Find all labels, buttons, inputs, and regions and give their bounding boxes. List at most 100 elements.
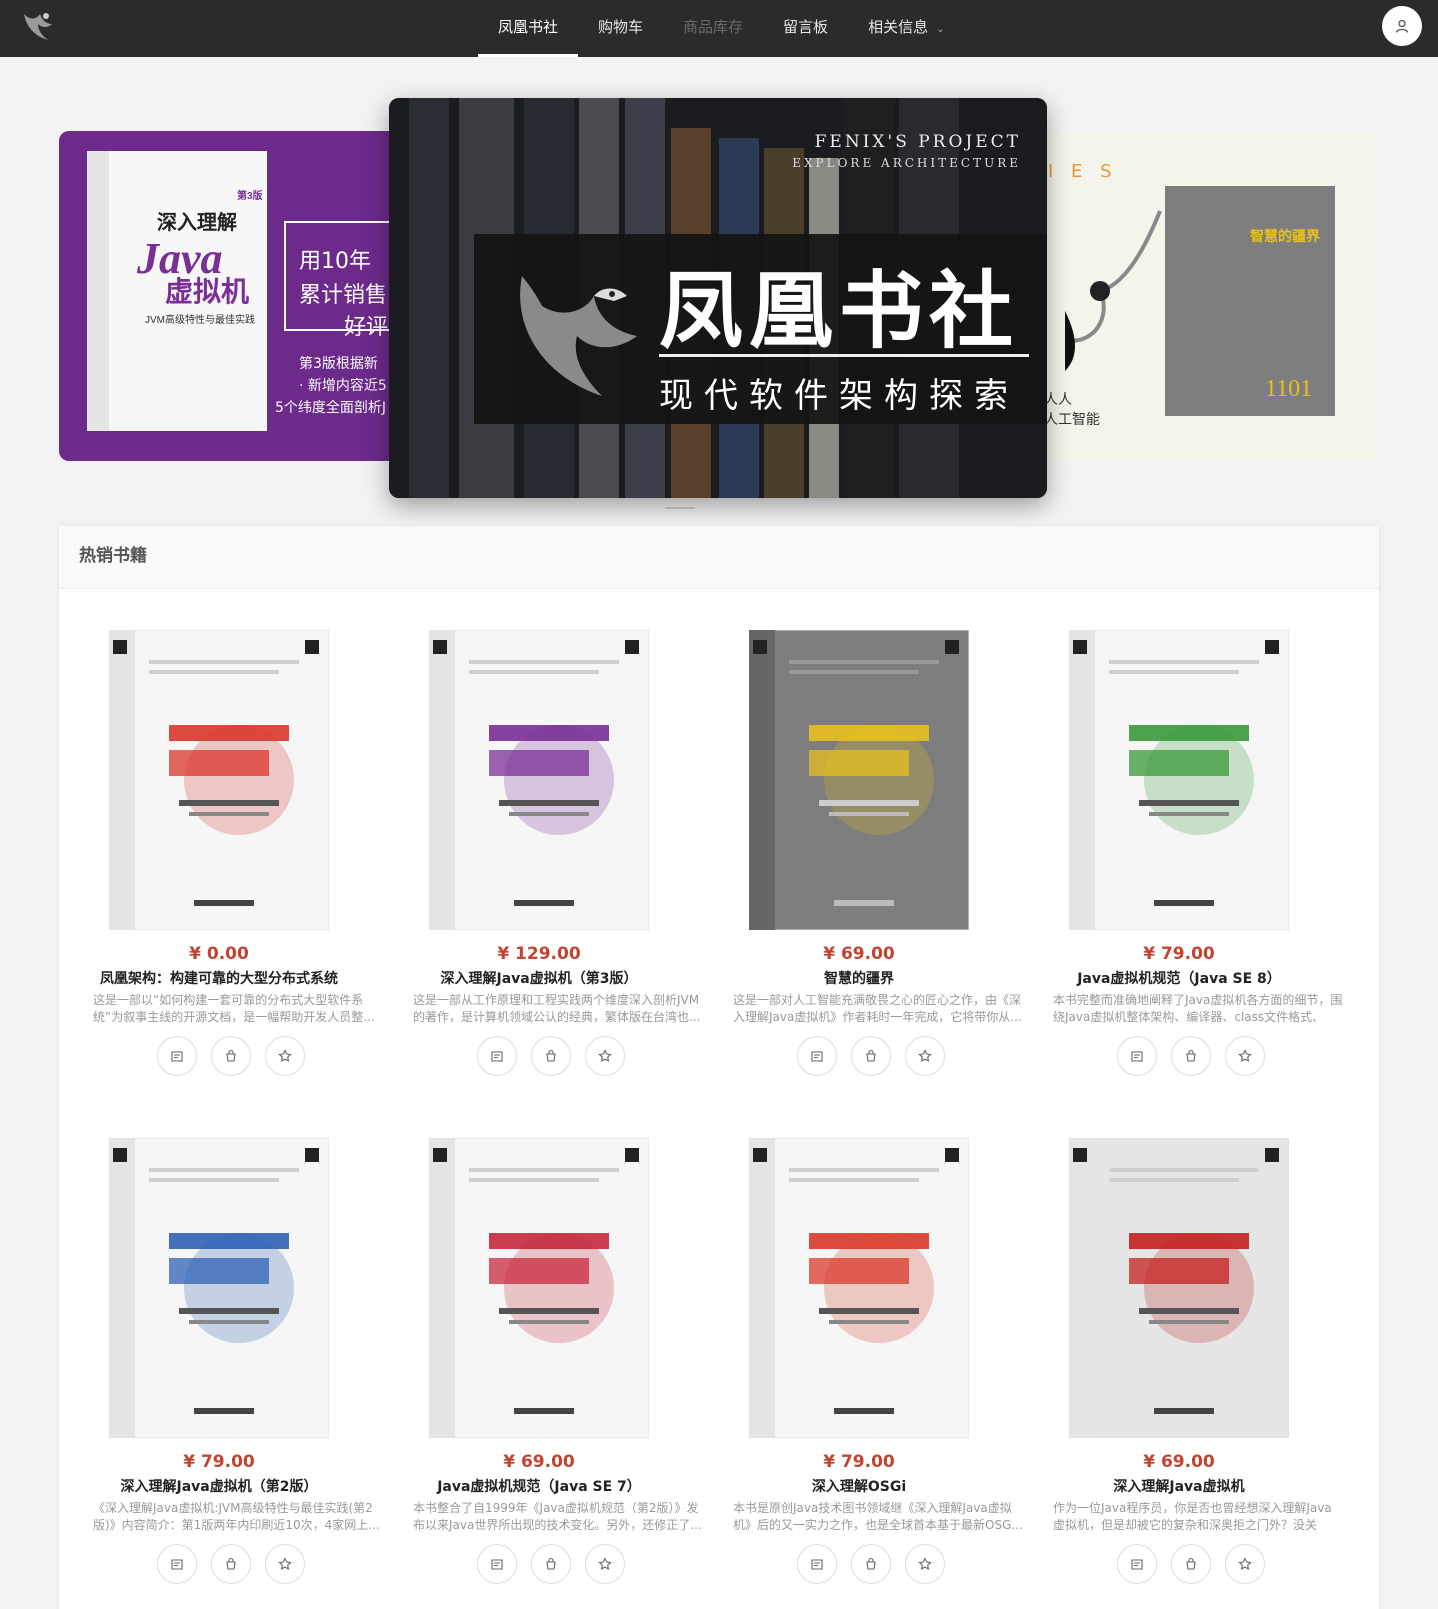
- book-price: ¥ 69.00: [1143, 1452, 1215, 1472]
- svg-text:深入理解: 深入理解: [157, 210, 237, 234]
- star-icon: [1238, 1049, 1252, 1062]
- user-avatar-button[interactable]: [1382, 6, 1422, 46]
- book-cover-image[interactable]: [109, 1138, 329, 1438]
- book-cover-image[interactable]: [1069, 1138, 1289, 1438]
- banner-left-text: 5个纬度全面剖析J: [275, 400, 387, 416]
- add-to-cart-button[interactable]: [851, 1036, 891, 1076]
- shopping-bag-icon: [1186, 1557, 1196, 1570]
- book-card[interactable]: ¥ 129.00 深入理解Java虚拟机（第3版） 这是一部从工作原理和工程实践两个…: [379, 590, 700, 1090]
- shopping-bag-icon: [1186, 1049, 1196, 1062]
- book-title[interactable]: Java虚拟机规范（Java SE 7）: [379, 1476, 699, 1496]
- book-cover-image: 智慧的疆界 1101: [1165, 186, 1335, 416]
- carousel-slide-right[interactable]: I E S 智慧的疆界 1101 们人人 懂人工智能: [1030, 131, 1377, 461]
- favorite-button[interactable]: [265, 1544, 305, 1584]
- book-actions: [1117, 1544, 1297, 1584]
- favorite-button[interactable]: [1225, 1544, 1265, 1584]
- banner-carousel[interactable]: 深入理解 Java 虚拟机 JVM高级特性与最佳实践 第3版 用10年 累计销售…: [0, 57, 1438, 517]
- preview-button[interactable]: [797, 1544, 837, 1584]
- book-title[interactable]: Java虚拟机规范（Java SE 8）: [1019, 968, 1339, 988]
- favorite-button[interactable]: [905, 1036, 945, 1076]
- book-title[interactable]: 深入理解Java虚拟机（第2版）: [59, 1476, 379, 1496]
- add-to-cart-button[interactable]: [851, 1544, 891, 1584]
- banner-title: 凤凰书社: [659, 262, 1020, 360]
- favorite-button[interactable]: [1225, 1036, 1265, 1076]
- book-price: ¥ 79.00: [823, 1452, 895, 1472]
- carousel-indicator[interactable]: [665, 507, 695, 509]
- carousel-slide-active[interactable]: FENIX'S PROJECT EXPLORE ARCHITECTURE 凤凰书…: [389, 98, 1047, 498]
- book-preview-icon: [171, 1051, 183, 1062]
- star-icon: [278, 1049, 292, 1062]
- book-card[interactable]: ¥ 69.00 Java虚拟机规范（Java SE 7） 本书整合了自1999年《J…: [379, 1098, 702, 1598]
- book-preview-icon: [811, 1051, 823, 1062]
- preview-button[interactable]: [477, 1544, 517, 1584]
- star-icon: [278, 1557, 292, 1570]
- book-description: 这是一部以“如何构建一套可靠的分布式大型软件系统”为叙事主线的开源文档，是一幅帮…: [93, 993, 375, 1024]
- book-title[interactable]: 凤凰架构：构建可靠的大型分布式系统: [59, 968, 379, 988]
- book-card[interactable]: ¥ 69.00 深入理解Java虚拟机作为一位Java程序员，你是否也曾经想深入理…: [1019, 1098, 1339, 1598]
- book-price: ¥ 79.00: [1143, 944, 1215, 964]
- star-icon: [1238, 1557, 1252, 1570]
- shopping-bag-icon: [226, 1049, 236, 1062]
- add-to-cart-button[interactable]: [531, 1036, 571, 1076]
- banner-left-text: 累计销售: [299, 283, 388, 308]
- nav-item-cart[interactable]: 购物车: [578, 0, 663, 57]
- book-preview-icon: [1131, 1559, 1143, 1570]
- top-navbar: 凤凰书社 购物车 商品库存 留言板 相关信息 ⌄: [0, 0, 1438, 57]
- question-mark-graphic: [1065, 210, 1162, 371]
- banner-subtitle: EXPLORE ARCHITECTURE: [792, 156, 1021, 170]
- book-cover-image[interactable]: [429, 1138, 649, 1438]
- book-title[interactable]: 智慧的疆界: [699, 968, 1019, 988]
- add-to-cart-button[interactable]: [1171, 1544, 1211, 1584]
- book-price: ¥ 79.00: [183, 1452, 255, 1472]
- book-cover-image[interactable]: [109, 630, 329, 930]
- preview-button[interactable]: [797, 1036, 837, 1076]
- preview-button[interactable]: [1117, 1544, 1157, 1584]
- banner-left-text: 第3版根据新: [299, 356, 378, 372]
- preview-button[interactable]: [157, 1036, 197, 1076]
- banner-slogan: 现代软件架构探索: [659, 376, 1019, 416]
- phoenix-logo-icon[interactable]: [18, 6, 60, 48]
- nav-item-message-board[interactable]: 留言板: [763, 0, 848, 57]
- book-cover-image[interactable]: [1069, 630, 1289, 930]
- book-title[interactable]: 深入理解Java虚拟机（第3版）: [379, 968, 699, 988]
- book-cover-image: 深入理解 Java 虚拟机 JVM高级特性与最佳实践 第3版: [87, 151, 267, 431]
- book-card[interactable]: ¥ 69.00 智慧的疆界 这是一部对人工智能充满敬畏之心的匠心之作，由《深入理解J…: [699, 590, 1022, 1090]
- preview-button[interactable]: [1117, 1036, 1157, 1076]
- favorite-button[interactable]: [585, 1544, 625, 1584]
- book-card[interactable]: ¥ 79.00 Java虚拟机规范（Java SE 8） 本书完整而准确地阐释了Ja…: [1019, 590, 1342, 1090]
- banner-right-letters: I E S: [1048, 161, 1118, 182]
- book-card[interactable]: ¥ 0.00 凤凰架构：构建可靠的大型分布式系统 这是一部以“如何构建一套可靠的分布…: [59, 590, 379, 1090]
- book-cover-image[interactable]: [429, 630, 649, 930]
- book-title[interactable]: 深入理解OSGi: [699, 1476, 1019, 1496]
- book-description: 这是一部从工作原理和工程实践两个维度深入剖析JVM的著作，是计算机领域公认的经典…: [413, 993, 701, 1024]
- add-to-cart-button[interactable]: [211, 1544, 251, 1584]
- star-icon: [598, 1557, 612, 1570]
- add-to-cart-button[interactable]: [531, 1544, 571, 1584]
- book-title[interactable]: 深入理解Java虚拟机: [1019, 1476, 1339, 1496]
- book-cover-image[interactable]: [749, 630, 969, 930]
- add-to-cart-button[interactable]: [211, 1036, 251, 1076]
- book-card[interactable]: ¥ 79.00 深入理解Java虚拟机（第2版） 《深入理解Java虚拟机:JVM高…: [59, 1098, 380, 1598]
- nav-item-inventory[interactable]: 商品库存: [663, 0, 763, 57]
- svg-text:智慧的疆界: 智慧的疆界: [1249, 228, 1321, 244]
- favorite-button[interactable]: [905, 1544, 945, 1584]
- preview-button[interactable]: [477, 1036, 517, 1076]
- book-description: 本书是原创Java技术图书领域继《深入理解Java虚拟机》后的又一实力之作，也是…: [733, 1501, 1023, 1532]
- hot-books-panel: 热销书籍 ¥ 0.00 凤凰架构：构建可靠的大型分布式系统 这是一部以“如何构建一套…: [59, 526, 1379, 1609]
- nav-item-home[interactable]: 凤凰书社: [478, 0, 579, 57]
- favorite-button[interactable]: [585, 1036, 625, 1076]
- book-description: 本书整合了自1999年《Java虚拟机规范（第2版）》发布以来Java世界所出现…: [413, 1501, 702, 1532]
- book-card[interactable]: ¥ 79.00 深入理解OSGi 本书是原创Java技术图书领域继《深入理解Java…: [699, 1098, 1023, 1598]
- banner-subtitle: FENIX'S PROJECT: [814, 132, 1021, 152]
- book-cover-image[interactable]: [749, 1138, 969, 1438]
- add-to-cart-button[interactable]: [1171, 1036, 1211, 1076]
- nav-item-related-info[interactable]: 相关信息 ⌄: [848, 0, 964, 57]
- shopping-bag-icon: [546, 1557, 556, 1570]
- banner-left-text: · 新增内容近5: [299, 378, 387, 394]
- preview-button[interactable]: [157, 1544, 197, 1584]
- book-description: 作为一位Java程序员，你是否也曾经想深入理解Java虚拟机，但是却被它的复杂和…: [1053, 1501, 1332, 1532]
- shopping-bag-icon: [866, 1049, 876, 1062]
- favorite-button[interactable]: [265, 1036, 305, 1076]
- carousel-slide-left[interactable]: 深入理解 Java 虚拟机 JVM高级特性与最佳实践 第3版 用10年 累计销售…: [59, 131, 399, 461]
- star-icon: [918, 1557, 932, 1570]
